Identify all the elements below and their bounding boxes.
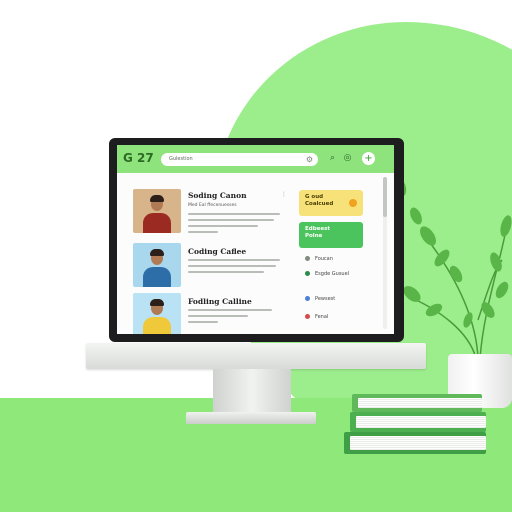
plant-illustration: [398, 180, 512, 359]
card-thumbnail: [133, 243, 181, 287]
monitor-stand-foot: [186, 412, 316, 424]
book-middle: [350, 412, 486, 432]
card-title[interactable]: Fodling Calline: [188, 297, 292, 306]
app-logo[interactable]: G 27: [123, 151, 154, 165]
plus-icon[interactable]: +: [362, 152, 375, 165]
monitor-stand-neck: [213, 369, 291, 415]
scene: G 27 Gulestion ⚙ ⌕ ◎ + Soding Canon ⋮ Me…: [0, 0, 512, 512]
main-content: Soding Canon ⋮ Med Eal ffecenuesses Codi…: [117, 173, 394, 334]
search-placeholder: Gulestion: [169, 156, 193, 162]
card-title[interactable]: Coding Caflee: [188, 247, 292, 256]
filter-icon[interactable]: ⚙: [305, 155, 314, 164]
sidebar-item[interactable]: Pewsest: [305, 294, 365, 304]
bullet-icon: [305, 314, 310, 319]
highlight-card-green[interactable]: Edbeest Polne: [299, 222, 363, 248]
search-input[interactable]: Gulestion ⚙: [161, 153, 318, 166]
sidebar-item[interactable]: Fenal: [305, 312, 365, 322]
course-card[interactable]: Soding Canon ⋮ Med Eal ffecenuesses: [133, 189, 293, 237]
scrollbar-thumb[interactable]: [383, 177, 387, 217]
highlight-card-green-text: Edbeest Polne: [305, 226, 330, 239]
app-top-bar: G 27 Gulestion ⚙ ⌕ ◎ +: [117, 145, 394, 173]
badge-icon: [349, 199, 357, 207]
scrollbar[interactable]: [383, 177, 387, 329]
monitor-screen: G 27 Gulestion ⚙ ⌕ ◎ + Soding Canon ⋮ Me…: [117, 145, 394, 334]
book-bottom: [344, 432, 486, 454]
sidebar-item[interactable]: Foucan: [305, 254, 365, 264]
more-icon[interactable]: ⋮: [281, 191, 287, 198]
gear-icon[interactable]: ◎: [342, 153, 353, 164]
course-card[interactable]: Coding Caflee: [133, 243, 293, 291]
monitor-chin: [86, 343, 426, 369]
card-subtitle: Med Eal ffecenuesses: [188, 203, 237, 208]
right-sidebar: G oud Coalcued Edbeest Polne Foucan Esgd…: [299, 173, 381, 334]
card-title[interactable]: Soding Canon: [188, 191, 292, 200]
highlight-card-yellow[interactable]: G oud Coalcued: [299, 190, 363, 216]
book-top: [352, 394, 482, 412]
bullet-icon: [305, 296, 310, 301]
bullet-icon: [305, 271, 310, 276]
search-icon[interactable]: ⌕: [327, 153, 338, 164]
card-thumbnail: [133, 293, 181, 334]
sidebar-item[interactable]: Esgde Gusuel: [305, 269, 365, 279]
bullet-icon: [305, 256, 310, 261]
highlight-card-yellow-text: G oud Coalcued: [305, 194, 334, 207]
course-card[interactable]: Fodling Calline: [133, 293, 293, 334]
card-thumbnail: [133, 189, 181, 233]
